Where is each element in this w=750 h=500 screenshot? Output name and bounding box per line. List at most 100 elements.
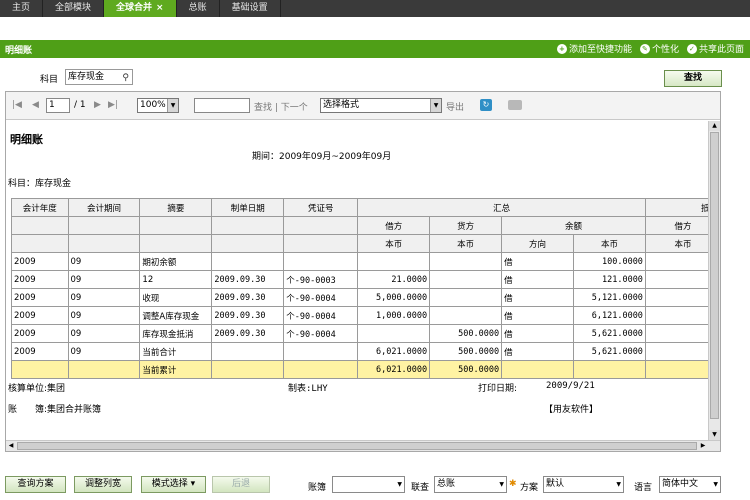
first-page-icon[interactable]: |◀ [12, 100, 22, 110]
print-date-label: 打印日期: [478, 384, 518, 394]
col-header-summary-group: 汇总 [357, 198, 646, 217]
cell-direction: 借 [501, 342, 574, 361]
cell-offset-debit [644, 360, 708, 379]
search-icon[interactable]: ⚲ [122, 71, 129, 85]
add-shortcut-link[interactable]: + 添加至快捷功能 [556, 42, 632, 55]
link-query-value: 总账 [437, 479, 456, 489]
tab-label: 主页 [12, 3, 31, 13]
table-row[interactable]: 2009 09 库存现金抵消 2009.09.30 个-90-0004 500.0000 借… [11, 324, 708, 343]
cell-period: 09 [67, 342, 141, 361]
pencil-icon: ✎ [639, 43, 650, 54]
cell-period [67, 360, 141, 379]
format-select[interactable]: 选择格式 ▼ [320, 98, 442, 113]
table-row[interactable]: 2009 09 12 2009.09.30 个-90-0003 21.0000 借 121.0… [11, 270, 708, 289]
software-brand: 【用友软件】 [544, 405, 599, 415]
subject-input[interactable]: 库存现金 ⚲ [65, 69, 133, 85]
table-row[interactable]: 2009 09 当前合计 6,021.0000 500.0000 借 5,621.0000 [11, 342, 708, 361]
refresh-icon[interactable]: ↻ [480, 99, 492, 111]
vertical-scrollbar[interactable]: ▲ ▼ [708, 121, 720, 440]
tab-label: 全球合并 [116, 3, 153, 13]
export-button[interactable]: 导出 [446, 100, 464, 113]
zoom-value: 100% [140, 100, 166, 110]
page-number-input[interactable]: 1 [46, 98, 70, 113]
bottom-toolbar: 查询方案 调整列宽 模式选择 ▾ 后退 账簿 ▼ 联查 总账 ▼ ✱ 方案 默认 ▼… [0, 474, 750, 496]
table-row[interactable]: 当前累计 6,021.0000 500.0000 [11, 360, 708, 379]
col-header-period: 会计期间 [67, 198, 141, 217]
table-row[interactable]: 2009 09 期初余额 借 100.0000 [11, 252, 708, 271]
share-page-link[interactable]: ✓ 共享此页面 [686, 42, 744, 55]
col-header-voucher: 凭证号 [283, 198, 359, 217]
col-header-debit: 借方 [357, 216, 431, 235]
ledger-table: 会计年度 会计期间 摘要 制单日期 凭证号 汇总 抵消 借方 货方 余额 借方 … [11, 198, 708, 379]
scroll-right-icon[interactable]: ▶ [698, 441, 708, 451]
link-query-select[interactable]: 总账 ▼ [434, 476, 507, 493]
cell-offset-debit [644, 252, 708, 271]
cell-summary: 当前合计 [139, 342, 213, 361]
cell-year: 2009 [11, 324, 69, 343]
scroll-thumb[interactable] [710, 132, 719, 419]
cell-balance: 6,121.0000 [573, 306, 646, 325]
col-header-summary: 摘要 [139, 198, 213, 217]
col-header-year: 会计年度 [11, 198, 69, 217]
cell-summary: 当前累计 [139, 360, 213, 379]
language-select[interactable]: 简体中文 ▼ [659, 476, 721, 493]
prev-page-icon[interactable]: ◀ [32, 100, 39, 110]
scroll-up-icon[interactable]: ▲ [709, 121, 720, 131]
filter-row: 科目 库存现金 ⚲ 查找 [0, 66, 750, 90]
scroll-down-icon[interactable]: ▼ [709, 430, 720, 440]
book-select[interactable]: ▼ [332, 476, 405, 493]
cell-period: 09 [67, 270, 141, 289]
cell-year [11, 360, 69, 379]
link-query-label: 联查 [411, 483, 430, 493]
cell-period: 09 [67, 306, 141, 325]
tab-global-consolidation[interactable]: 全球合并 × [104, 0, 177, 17]
last-page-icon[interactable]: ▶| [108, 100, 118, 110]
find-input[interactable] [194, 98, 250, 113]
chevron-down-icon: ▼ [616, 481, 621, 488]
find-next-label[interactable]: 查找 | 下一个 [254, 100, 308, 113]
tab-general-ledger[interactable]: 总账 [177, 0, 220, 17]
query-plan-button[interactable]: 查询方案 [5, 476, 66, 493]
zoom-select[interactable]: 100% ▼ [137, 98, 179, 113]
table-header-row: 本币 本币 方向 本币 本币 [11, 234, 708, 253]
table-header-row: 借方 货方 余额 借方 [11, 216, 708, 235]
cell-debit: 5,000.0000 [357, 288, 431, 307]
cell-voucher: 个-90-0004 [283, 324, 359, 343]
cell-debit: 1,000.0000 [357, 306, 431, 325]
personalize-link[interactable]: ✎ 个性化 [639, 42, 679, 55]
top-tab-bar: 主页 全部模块 全球合并 × 总账 基础设置 [0, 0, 750, 17]
print-icon[interactable] [508, 100, 522, 110]
cell-offset-debit [644, 270, 708, 289]
cell-credit: 500.0000 [429, 324, 503, 343]
link-label: 添加至快捷功能 [568, 45, 632, 55]
cell-year: 2009 [11, 306, 69, 325]
back-button[interactable]: 后退 [212, 476, 270, 493]
print-date: 2009/9/21 [546, 381, 595, 391]
close-icon[interactable]: × [156, 3, 164, 13]
search-button[interactable]: 查找 [664, 70, 722, 87]
col-header-offset-debit: 借方 [644, 216, 708, 235]
cell-debit [357, 252, 431, 271]
chevron-down-icon: ▼ [167, 99, 178, 112]
scroll-thumb[interactable] [17, 442, 697, 450]
plan-select[interactable]: 默认 ▼ [543, 476, 624, 493]
table-row[interactable]: 2009 09 收现 2009.09.30 个-90-0004 5,000.0000 借 5,… [11, 288, 708, 307]
language-label: 语言 [634, 483, 653, 493]
col-header-currency: 本币 [644, 234, 708, 253]
tab-basic-settings[interactable]: 基础设置 [220, 0, 281, 17]
link-label: 个性化 [651, 45, 679, 55]
next-page-icon[interactable]: ▶ [94, 100, 101, 110]
cell-direction: 借 [501, 306, 574, 325]
plan-label: 方案 [520, 483, 539, 493]
cell-balance: 5,121.0000 [573, 288, 646, 307]
adjust-columns-button[interactable]: 调整列宽 [74, 476, 132, 493]
mode-select-button[interactable]: 模式选择 ▾ [141, 476, 206, 493]
horizontal-scrollbar[interactable]: ◀ ▶ [6, 440, 720, 451]
table-row[interactable]: 2009 09 调整A库存现金 2009.09.30 个-90-0004 1,000.00… [11, 306, 708, 325]
tab-home[interactable]: 主页 [0, 0, 44, 17]
scroll-left-icon[interactable]: ◀ [6, 441, 16, 451]
cell-summary: 调整A库存现金 [139, 306, 213, 325]
chevron-down-icon: ▾ [187, 479, 196, 489]
subject-value: 库存现金 [68, 72, 105, 82]
tab-all-modules[interactable]: 全部模块 [43, 0, 105, 17]
